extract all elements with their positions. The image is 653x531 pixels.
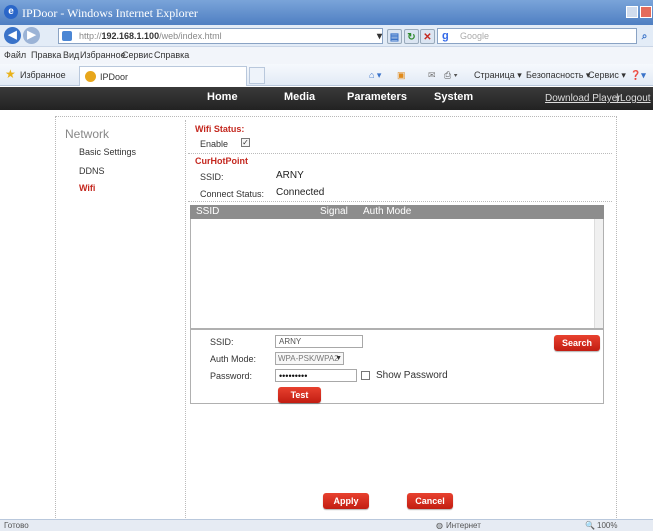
dropdown-chevron-icon[interactable]: ▾ xyxy=(372,29,387,44)
search-input[interactable]: g Google xyxy=(437,28,637,44)
menu-help[interactable]: Справка xyxy=(154,50,189,60)
enable-label: Enable xyxy=(200,139,229,149)
menu-edit[interactable]: Правка xyxy=(31,50,61,60)
mail-icon[interactable]: ✉ xyxy=(428,70,436,81)
nav-separator: | xyxy=(616,93,619,104)
nav-system[interactable]: System xyxy=(434,91,473,103)
tab-ipdoor[interactable]: IPDoor xyxy=(79,66,247,86)
tab-page-icon xyxy=(85,71,96,82)
search-placeholder: Google xyxy=(460,31,490,41)
list-scrollbar[interactable] xyxy=(594,219,603,328)
wifi-scan-list-header: SSID Signal Auth Mode xyxy=(190,205,604,219)
nav-home[interactable]: Home xyxy=(207,91,238,103)
auth-mode-label: Auth Mode: xyxy=(210,354,257,364)
stop-icon[interactable]: ✕ xyxy=(420,29,435,44)
apply-button[interactable]: Apply xyxy=(323,493,369,509)
enable-checkbox[interactable]: ✓ xyxy=(241,138,250,147)
auth-mode-value: WPA-PSK/WPA2 xyxy=(278,354,339,363)
page-menu[interactable]: Страница ▾ xyxy=(474,70,522,81)
menu-tools[interactable]: Сервис xyxy=(122,50,153,60)
cancel-button[interactable]: Cancel xyxy=(407,493,453,509)
search-button[interactable]: Search xyxy=(554,335,600,351)
zone-label: Интернет xyxy=(446,521,481,530)
wifi-connect-form xyxy=(190,329,604,404)
password-label: Password: xyxy=(210,371,253,381)
divider xyxy=(188,153,612,154)
zoom-level[interactable]: 100% xyxy=(597,521,617,530)
col-ssid: SSID xyxy=(196,206,220,217)
url-host: 192.168.1.100 xyxy=(101,31,160,41)
sidebar-divider xyxy=(185,120,186,520)
home-icon[interactable]: ⌂ ▾ xyxy=(369,70,381,81)
favorites-bar: ★ Избранное IPDoor ⌂ ▾ ▣ ✉ ⎙ ▾ Страница … xyxy=(0,64,653,86)
menu-file[interactable]: Файл xyxy=(4,50,26,60)
close-window-icon[interactable] xyxy=(640,6,652,18)
col-signal: Signal xyxy=(320,206,348,217)
url-prefix: http:// xyxy=(79,31,102,41)
address-input[interactable]: http://192.168.1.100/web/index.html xyxy=(58,28,383,44)
compat-view-icon[interactable]: ▤ xyxy=(387,29,402,44)
divider xyxy=(188,201,612,202)
back-icon[interactable]: ◀ xyxy=(4,27,21,44)
help-icon[interactable]: ❓▾ xyxy=(630,70,646,81)
ie-logo-icon: e xyxy=(4,5,18,19)
show-password-label: Show Password xyxy=(376,370,448,381)
zone-globe-icon: ◍ xyxy=(436,521,443,530)
logout-link[interactable]: Logout xyxy=(620,93,651,104)
print-icon[interactable]: ⎙ ▾ xyxy=(444,70,457,81)
url-path: /web/index.html xyxy=(159,31,222,41)
window-title: IPDoor - Windows Internet Explorer xyxy=(22,6,198,20)
auth-mode-select[interactable]: WPA-PSK/WPA2 ▼ xyxy=(275,352,344,365)
google-logo-icon: g xyxy=(442,30,449,42)
window-title-bar: e IPDoor - Windows Internet Explorer xyxy=(0,0,653,25)
status-bar: Готово ◍ Интернет 🔍 100% xyxy=(0,519,653,531)
connect-status-label: Connect Status: xyxy=(200,189,265,199)
refresh-icon[interactable]: ↻ xyxy=(404,29,419,44)
status-text: Готово xyxy=(4,521,29,530)
nav-parameters[interactable]: Parameters xyxy=(347,91,407,103)
tools-menu[interactable]: Сервис ▾ xyxy=(588,70,626,81)
wifi-scan-list[interactable] xyxy=(190,205,604,329)
sidebar-item-wifi[interactable]: Wifi xyxy=(79,183,95,193)
ssid-input[interactable] xyxy=(275,335,363,348)
test-button[interactable]: Test xyxy=(278,387,321,403)
safety-menu[interactable]: Безопасность ▾ xyxy=(526,70,590,81)
new-tab-button[interactable] xyxy=(249,67,265,84)
sidebar-item-basic-settings[interactable]: Basic Settings xyxy=(79,147,136,157)
chevron-down-icon: ▼ xyxy=(335,355,342,362)
search-icon[interactable]: ⌕ xyxy=(637,29,652,44)
password-input[interactable] xyxy=(275,369,357,382)
menu-favorites[interactable]: Избранное xyxy=(80,50,126,60)
sidebar-item-ddns[interactable]: DDNS xyxy=(79,166,105,176)
show-password-checkbox[interactable] xyxy=(361,371,370,380)
menu-bar: Файл Правка Вид Избранное Сервис Справка xyxy=(0,47,653,64)
cur-ssid-label: SSID: xyxy=(200,172,224,182)
nav-media[interactable]: Media xyxy=(284,91,315,103)
connect-status-value: Connected xyxy=(276,187,325,198)
cur-ssid-value: ARNY xyxy=(276,170,304,181)
ssid-label: SSID: xyxy=(210,337,234,347)
sidebar-heading: Network xyxy=(65,127,110,141)
favorites-label[interactable]: Избранное xyxy=(20,70,66,80)
favorites-star-icon[interactable]: ★ xyxy=(5,67,16,81)
feeds-icon[interactable]: ▣ xyxy=(397,70,406,81)
download-player-link[interactable]: Download Player xyxy=(545,93,621,104)
cur-hotpoint-title: CurHotPoint xyxy=(195,156,248,166)
minimize-icon[interactable] xyxy=(626,6,638,18)
page-icon xyxy=(62,31,72,41)
top-navbar: Home Media Parameters System Download Pl… xyxy=(0,87,653,110)
address-toolbar: ◀ ▶ http://192.168.1.100/web/index.html … xyxy=(0,25,653,47)
forward-icon[interactable]: ▶ xyxy=(23,27,40,44)
zoom-icon[interactable]: 🔍 xyxy=(585,521,595,530)
col-auth-mode: Auth Mode xyxy=(363,206,412,217)
menu-view[interactable]: Вид xyxy=(63,50,79,60)
tab-title: IPDoor xyxy=(100,72,129,82)
wifi-status-title: Wifi Status: xyxy=(195,124,245,134)
